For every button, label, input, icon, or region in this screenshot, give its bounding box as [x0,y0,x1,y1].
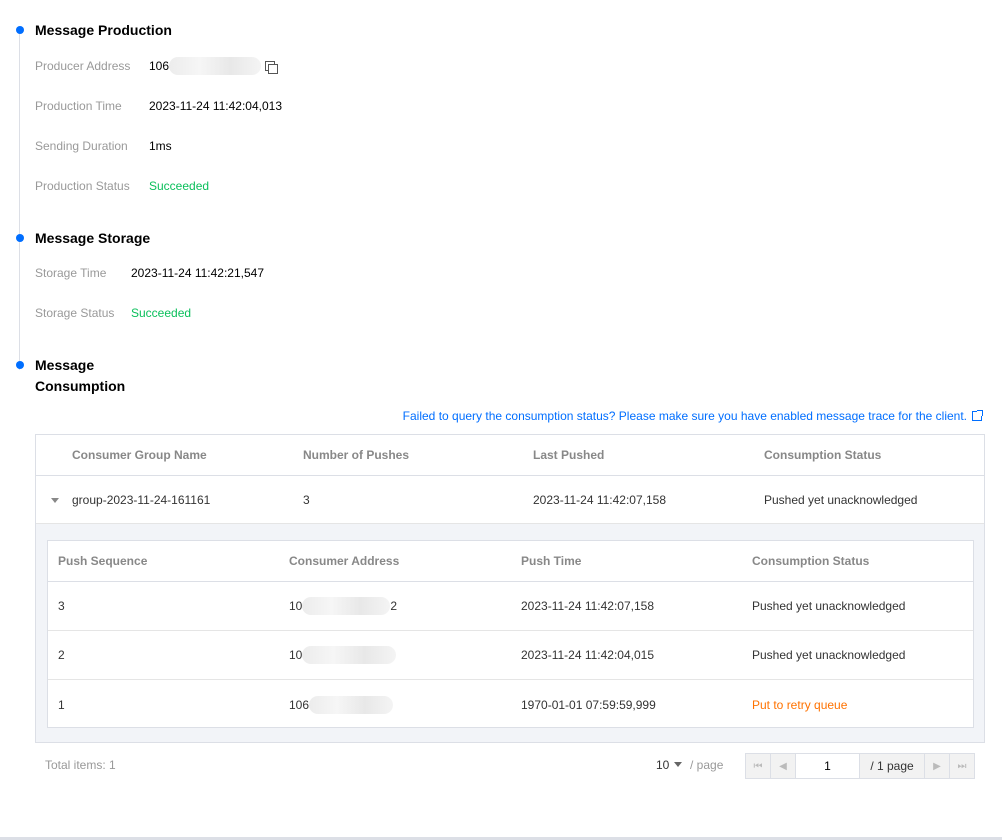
producer-address-row: Producer Address 106 [35,57,279,75]
header-last-pushed: Last Pushed [533,448,605,462]
storage-time-value: 2023-11-24 11:42:21,547 [131,266,265,280]
prev-page-icon: ◀ [779,760,787,772]
storage-time-row: Storage Time 2023-11-24 11:42:21,547 [35,264,264,282]
consumer-address: 10 [289,631,397,679]
page-size-value[interactable]: 10 [656,758,669,772]
group-pushes: 3 [303,492,310,507]
header-push-time: Push Time [521,554,582,568]
storage-status-value: Succeeded [131,306,192,320]
group-status: Pushed yet unacknowledged [764,492,918,507]
trace-help-link-text[interactable]: Failed to query the consumption status? … [403,409,967,423]
consumer-group-table-header: Consumer Group Name Number of Pushes Las… [36,435,984,476]
group-last-pushed: 2023-11-24 11:42:07,158 [533,492,667,507]
producer-address-prefix: 106 [149,59,170,73]
total-pages: / 1 page [859,753,925,779]
production-time-label: Production Time [35,99,122,113]
consumer-address: 106 [289,680,394,729]
push-status: Pushed yet unacknowledged [752,648,906,662]
consumer-address-prefix: 106 [289,697,310,712]
push-status: Pushed yet unacknowledged [752,599,906,613]
timeline-dot-consumption [16,361,24,369]
section-title-consumption-line1: Message [35,357,95,373]
collapse-caret-icon[interactable] [51,498,59,503]
external-link-icon[interactable] [972,410,983,421]
first-page-icon: ⏮ [753,760,763,772]
timeline-dot-production [16,26,24,34]
section-title-production: Message Production [35,22,172,38]
page-number-input[interactable]: 1 [795,753,860,779]
production-status-value: Succeeded [149,179,210,193]
push-sequence: 1 [58,697,65,712]
chevron-down-icon[interactable] [674,762,683,767]
table-row: 2 10 2023-11-24 11:42:04,015 Pushed yet … [48,631,973,680]
sending-duration-label: Sending Duration [35,139,128,153]
production-time-row: Production Time 2023-11-24 11:42:04,013 [35,97,282,115]
next-page-button[interactable]: ▶ [924,753,950,779]
storage-status-label: Storage Status [35,306,115,320]
table-row: 1 106 1970-01-01 07:59:59,999 Put to ret… [48,680,973,729]
storage-status-row: Storage Status Succeeded [35,304,191,322]
prev-page-button[interactable]: ◀ [770,753,796,779]
push-sequence: 3 [58,599,65,613]
consumer-address-prefix: 10 [289,599,303,613]
storage-time-label: Storage Time [35,266,107,280]
first-page-button[interactable]: ⏮ [745,753,771,779]
consumer-address-suffix: 2 [390,599,398,613]
consumer-address-prefix: 10 [289,648,303,662]
per-page-label: / page [690,758,724,772]
push-status-retry: Put to retry queue [752,697,848,712]
producer-address-value: 106 [149,57,279,75]
header-push-consumption-status: Consumption Status [752,554,870,568]
push-time: 1970-01-01 07:59:59,999 [521,697,656,712]
push-time: 2023-11-24 11:42:07,158 [521,599,655,613]
total-items: Total items: 1 [45,758,116,772]
redacted-address-blur [309,695,394,714]
sending-duration-row: Sending Duration 1ms [35,137,172,155]
consumer-group-table: Consumer Group Name Number of Pushes Las… [35,434,985,743]
table-row: 3 10 2 2023-11-24 11:42:07,158 Pushed yet… [48,582,973,631]
production-status-row: Production Status Succeeded [35,177,209,195]
header-consumer-group-name: Consumer Group Name [72,448,207,462]
push-detail-table: Push Sequence Consumer Address Push Time… [47,540,974,728]
section-title-storage: Message Storage [35,230,151,246]
redacted-address-blur [302,646,397,664]
push-detail-table-header: Push Sequence Consumer Address Push Time… [48,541,973,582]
header-consumer-address: Consumer Address [289,554,400,568]
sending-duration-value: 1ms [149,139,172,153]
pagination: Total items: 1 10 / page ⏮ ◀ 1 / 1 page … [0,753,1002,781]
table-row[interactable]: group-2023-11-24-161161 3 2023-11-24 11:… [36,476,984,524]
next-page-icon: ▶ [933,760,941,772]
section-title-consumption: Message Consumption [35,355,125,397]
production-status-label: Production Status [35,179,130,193]
production-time-value: 2023-11-24 11:42:04,013 [149,99,283,113]
header-push-sequence: Push Sequence [58,554,148,568]
redacted-address-blur [302,597,391,615]
section-title-consumption-line2: Consumption [35,378,126,394]
group-name: group-2023-11-24-161161 [72,492,211,507]
push-time: 2023-11-24 11:42:04,015 [521,648,655,662]
header-consumption-status: Consumption Status [764,448,882,462]
push-sequence: 2 [58,648,65,662]
timeline-dot-storage [16,234,24,242]
producer-address-label: Producer Address [35,59,131,73]
trace-help-link[interactable]: Failed to query the consumption status? … [403,407,983,425]
last-page-button[interactable]: ⏭ [949,753,975,779]
last-page-icon: ⏭ [957,760,967,772]
page-size-select[interactable]: 10 [656,758,683,772]
redacted-address-blur [169,57,262,75]
header-number-of-pushes: Number of Pushes [303,448,410,462]
timeline-line [19,32,20,370]
consumer-address: 10 2 [289,582,397,630]
copy-icon[interactable] [265,60,279,74]
